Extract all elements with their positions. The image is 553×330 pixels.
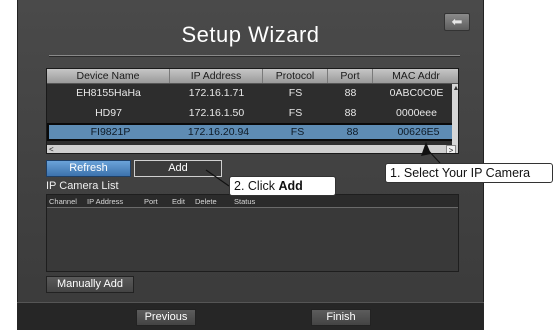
port-cell: 88 <box>344 87 357 99</box>
ip-address-cell: 172.16.20.94 <box>187 126 250 138</box>
mac-address-cell: 0ABC0C0E <box>389 87 444 99</box>
column-header-mac-address[interactable]: MAC Addr <box>373 69 458 83</box>
footer-bar <box>17 302 484 330</box>
ip-address-cell: 172.16.1.50 <box>188 107 245 119</box>
column-header-channel: Channel <box>49 197 77 206</box>
ip-address-cell: 172.16.1.71 <box>188 87 245 99</box>
add-button[interactable]: Add <box>134 160 222 177</box>
device-name-cell: FI9821P <box>90 126 131 138</box>
page-title: Setup Wizard <box>181 22 320 47</box>
device-table-header: Device Name IP Address Protocol Port MAC… <box>47 69 458 84</box>
camera-list-label: IP Camera List <box>46 180 119 192</box>
previous-button[interactable]: Previous <box>136 309 196 326</box>
protocol-cell: FS <box>288 87 303 99</box>
device-name-cell: EH8155HaHa <box>76 87 141 99</box>
column-header-status: Status <box>234 197 256 206</box>
column-header-ip-address: IP Address <box>87 197 124 206</box>
protocol-cell: FS <box>288 107 303 119</box>
horizontal-scrollbar[interactable]: < > <box>47 145 458 153</box>
mac-address-cell: 00626E5 <box>397 126 440 138</box>
port-cell: 88 <box>344 107 357 119</box>
manually-add-button[interactable]: Manually Add <box>46 276 134 293</box>
device-name-cell: HD97 <box>95 107 122 119</box>
column-header-port: Port <box>144 197 158 206</box>
callout-2-text: 2. Click <box>234 179 279 193</box>
scroll-left-icon[interactable]: < <box>49 145 54 153</box>
table-row-selected[interactable]: FI9821P 172.16.20.94 FS 88 00626E5 <box>47 123 458 141</box>
protocol-cell: FS <box>290 126 305 138</box>
port-cell: 88 <box>346 126 359 138</box>
camera-list-table: Channel IP Address Port Edit Delete Stat… <box>46 194 459 272</box>
callout-select-camera: 1. Select Your IP Camera <box>385 163 553 183</box>
refresh-button[interactable]: Refresh <box>46 160 131 177</box>
finish-button[interactable]: Finish <box>311 309 371 326</box>
table-row[interactable]: HD97 172.16.1.50 FS 88 0000eee <box>47 106 458 121</box>
callout-click-add: 2. Click Add <box>229 176 336 196</box>
camera-list-header: Channel IP Address Port Edit Delete Stat… <box>47 195 458 208</box>
column-header-delete: Delete <box>195 197 217 206</box>
column-header-edit: Edit <box>172 197 185 206</box>
mac-address-cell: 0000eee <box>396 107 437 119</box>
title-divider <box>49 55 460 57</box>
vertical-scrollbar[interactable]: ▲ <box>452 84 458 145</box>
column-header-port[interactable]: Port <box>328 69 373 83</box>
callout-2-bold: Add <box>278 179 303 193</box>
column-header-protocol[interactable]: Protocol <box>263 69 328 83</box>
column-header-device-name[interactable]: Device Name <box>47 69 170 83</box>
column-header-ip-address[interactable]: IP Address <box>170 69 263 83</box>
scroll-up-icon[interactable]: ▲ <box>452 84 458 93</box>
table-row[interactable]: EH8155HaHa 172.16.1.71 FS 88 0ABC0C0E <box>47 86 458 101</box>
device-table: Device Name IP Address Protocol Port MAC… <box>46 68 459 154</box>
scroll-right-icon[interactable]: > <box>446 145 456 153</box>
